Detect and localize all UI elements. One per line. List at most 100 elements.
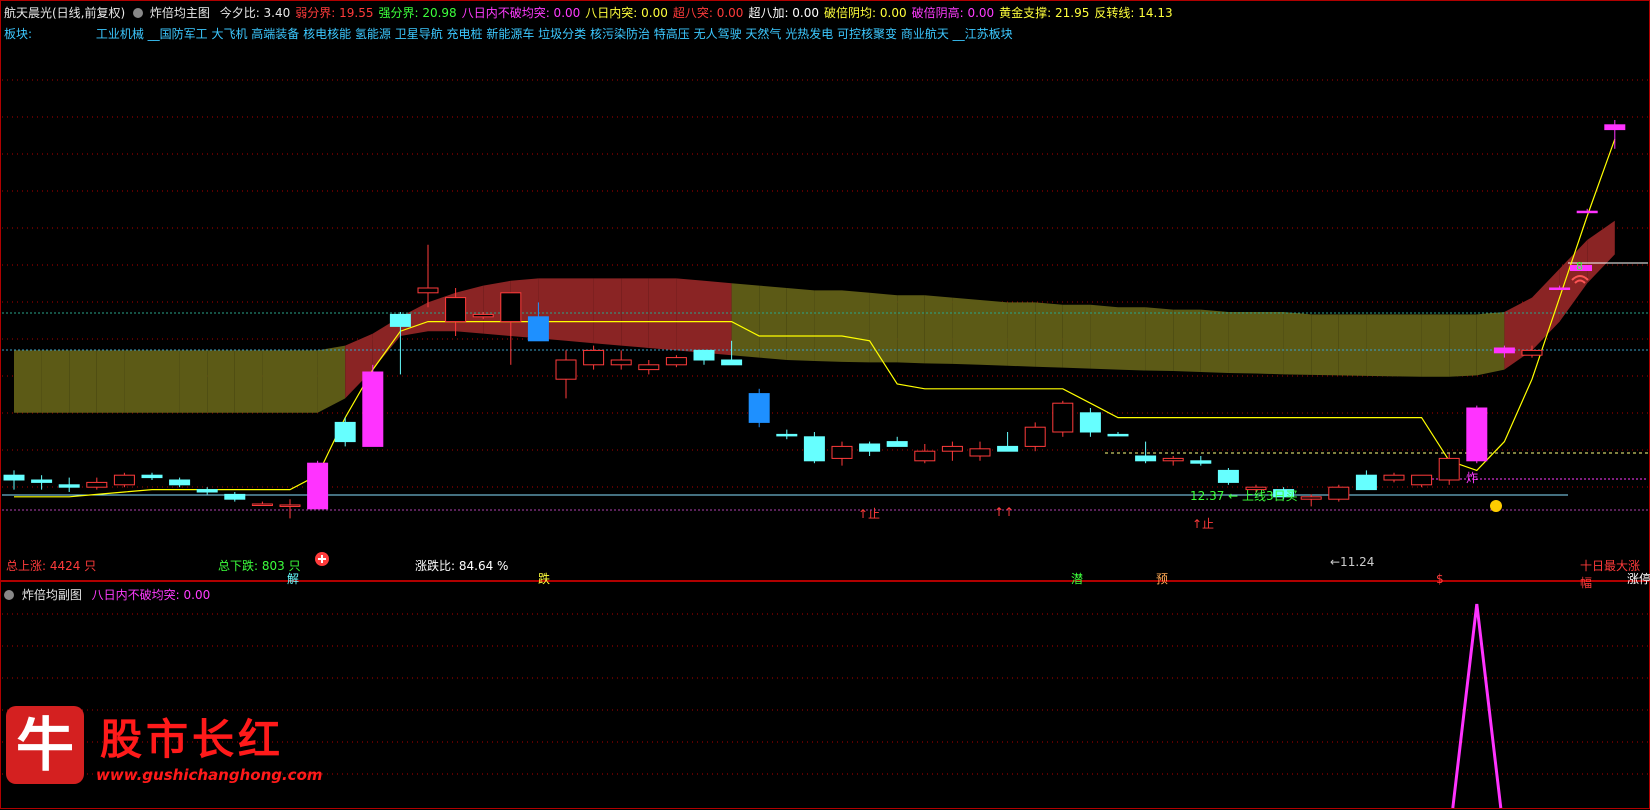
candle-body <box>1300 496 1322 500</box>
side-tag: ↑止 <box>858 507 880 521</box>
candle <box>196 487 218 495</box>
band-segment <box>1394 314 1422 377</box>
candle-body <box>1135 455 1157 462</box>
candle <box>1466 405 1488 464</box>
side-tag: ↑止 <box>1192 517 1214 531</box>
band-segment <box>566 278 594 344</box>
band-segment <box>1228 312 1256 374</box>
candle-body <box>941 445 963 452</box>
total-up-stat: 总上涨: 4424 只 <box>6 559 97 573</box>
band-segment <box>1338 314 1367 376</box>
sub-menu-icon[interactable] <box>4 590 14 600</box>
sub-spike-line <box>1451 603 1503 809</box>
low-price-label: ←11.24 <box>1330 555 1374 569</box>
candle <box>997 432 1019 452</box>
band-segment <box>1421 314 1450 377</box>
candle <box>334 417 356 447</box>
candle-body <box>31 479 53 483</box>
candle-body <box>307 462 329 510</box>
candle-body <box>3 474 25 481</box>
band-segment <box>1062 304 1091 369</box>
brand-url[interactable]: www.gushichanghong.com <box>96 766 323 784</box>
candle <box>1438 453 1460 485</box>
ten-day-label: 十日最大涨幅 <box>1580 559 1641 590</box>
candle-body <box>1411 474 1433 486</box>
candle <box>417 244 439 308</box>
candle <box>831 441 853 466</box>
candle-body <box>1383 474 1405 481</box>
band-segment <box>124 350 152 413</box>
candle-body <box>831 445 853 459</box>
band-segment <box>96 350 125 413</box>
candle-body <box>583 349 605 366</box>
candle-body <box>500 292 522 323</box>
sub-indicator-name[interactable]: 炸倍均副图 <box>22 588 82 602</box>
candle <box>1052 400 1074 437</box>
candle <box>1576 208 1598 214</box>
candle-body <box>886 441 908 447</box>
band-segment <box>648 278 677 351</box>
candle <box>969 441 991 461</box>
candle <box>1217 468 1239 485</box>
candle-body <box>1604 124 1626 131</box>
band-segment <box>1587 220 1615 284</box>
candle <box>224 492 246 502</box>
candle <box>638 360 660 375</box>
candle-body <box>665 357 687 366</box>
candle <box>1355 470 1377 491</box>
target-badge-number: 8 <box>1576 260 1583 273</box>
band-segment <box>262 350 290 413</box>
candle-body <box>1576 210 1598 214</box>
signal-marker: 潜 <box>1071 572 1083 586</box>
logo-char: 牛 <box>15 711 74 779</box>
signal-label: 12.37 ← 上线3日买 <box>1190 489 1298 503</box>
candle-body <box>721 359 743 366</box>
up-down-ratio: 涨跌比: 84.64 % <box>415 559 509 573</box>
candle-body <box>224 493 246 500</box>
band-segment <box>952 297 980 365</box>
candle-body <box>693 349 715 361</box>
band-segment <box>1311 314 1339 376</box>
candle-body <box>251 503 273 506</box>
candle <box>1135 441 1157 464</box>
bull-logo-icon: 牛 <box>6 706 84 784</box>
band-segment <box>1145 307 1174 372</box>
candle-body <box>445 297 467 323</box>
band-segment <box>814 290 842 362</box>
candle-body <box>748 393 770 423</box>
signal-marker: 预 <box>1156 572 1168 586</box>
watermark: 牛 股市长红 www.gushichanghong.com <box>6 702 323 792</box>
candle-body <box>472 313 494 318</box>
signal-marker: $ <box>1436 572 1444 586</box>
candle <box>141 472 163 480</box>
band-segment <box>1283 312 1312 375</box>
candle <box>748 388 770 428</box>
candle <box>1190 456 1212 466</box>
sub-item-label: 八日内不破均突: <box>91 588 180 602</box>
candle-body <box>803 436 825 462</box>
candle <box>31 475 53 490</box>
price-chart[interactable]: 12.37 ← 上线3日买←11.24解跌潜预 $ 涨停↑止 ↑↑↑止炸8 <box>0 0 1650 810</box>
brand-name: 股市长红 <box>100 715 285 764</box>
band-segment <box>14 350 42 413</box>
candle-body <box>914 450 936 462</box>
candle <box>941 441 963 461</box>
band-segment <box>731 283 760 358</box>
candle-body <box>997 445 1019 452</box>
candle-body <box>389 313 411 327</box>
candle <box>1328 484 1350 502</box>
candle <box>307 460 329 510</box>
band-segment <box>179 350 208 413</box>
candle-body <box>527 316 549 342</box>
candle-body <box>1190 460 1212 464</box>
band-segment <box>1256 312 1284 375</box>
band-segment <box>842 290 870 363</box>
candle <box>610 350 632 370</box>
band-segment <box>676 278 704 353</box>
candle-body <box>1079 412 1101 433</box>
candle-body <box>776 433 798 437</box>
band-segment <box>317 345 346 413</box>
candle-body <box>58 484 80 488</box>
candle <box>362 364 384 447</box>
candle <box>58 477 80 492</box>
